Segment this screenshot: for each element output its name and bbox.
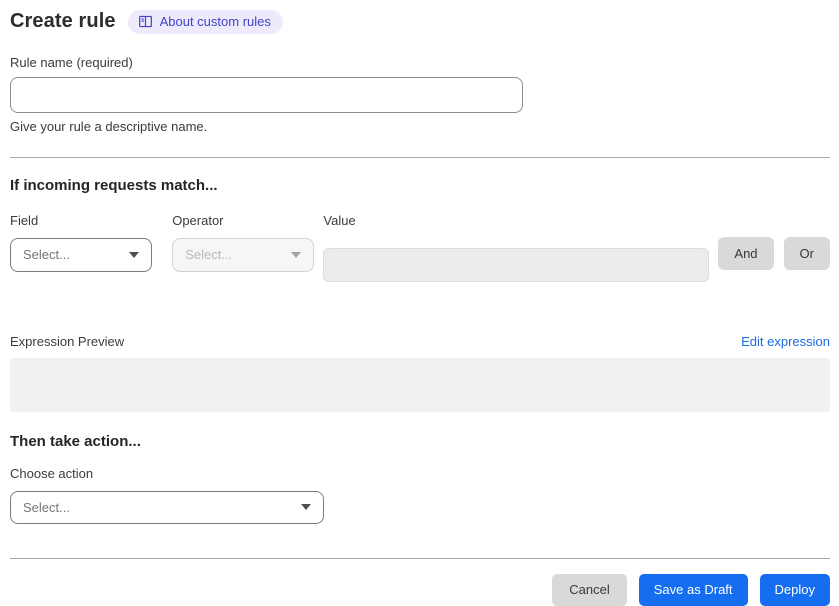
rule-name-helper: Give your rule a descriptive name.: [10, 118, 208, 134]
edit-expression-link[interactable]: Edit expression: [741, 334, 830, 349]
section-divider: [10, 156, 830, 158]
about-custom-rules-badge[interactable]: About custom rules: [127, 10, 283, 34]
rule-name-input[interactable]: [10, 76, 523, 113]
connector-buttons: And Or: [718, 236, 830, 270]
action-section-heading: Then take action...: [10, 432, 141, 450]
chevron-down-icon: [129, 251, 140, 258]
or-button[interactable]: Or: [783, 236, 830, 270]
value-input[interactable]: [323, 247, 710, 282]
expression-preview-label: Expression Preview: [10, 333, 125, 349]
save-as-draft-button[interactable]: Save as Draft: [638, 573, 748, 606]
choose-action-value: Select...: [23, 499, 70, 515]
badge-label: About custom rules: [159, 14, 271, 29]
match-section-heading: If incoming requests match...: [10, 176, 218, 194]
expression-preview-box: [10, 357, 830, 412]
value-label: Value: [323, 212, 356, 228]
page-title: Create rule: [10, 10, 116, 33]
choose-action-select[interactable]: Select...: [10, 490, 324, 524]
choose-action-label: Choose action: [10, 465, 94, 481]
field-label: Field: [10, 212, 39, 228]
operator-select-value: Select...: [185, 247, 233, 263]
field-select-value: Select...: [23, 247, 70, 263]
footer-actions: Cancel Save as Draft Deploy: [10, 573, 830, 606]
operator-select[interactable]: Select...: [172, 237, 315, 272]
rule-name-label: Rule name (required): [10, 54, 133, 70]
field-column: Field Select...: [10, 212, 153, 272]
operator-column: Operator Select...: [172, 212, 315, 272]
create-rule-page: Create rule About custom rules Rule name…: [0, 0, 839, 606]
match-row: Field Select... Operator Select... Value…: [10, 213, 830, 282]
chevron-down-icon: [291, 251, 302, 258]
footer-divider: [10, 557, 830, 559]
expression-preview-row: Expression Preview Edit expression: [10, 334, 830, 349]
and-button[interactable]: And: [718, 236, 774, 270]
cancel-button[interactable]: Cancel: [552, 573, 627, 606]
deploy-button[interactable]: Deploy: [759, 573, 830, 606]
chevron-down-icon: [301, 504, 311, 511]
book-icon: [138, 14, 153, 29]
header: Create rule About custom rules: [10, 10, 830, 34]
value-column: Value: [323, 212, 710, 282]
operator-label: Operator: [172, 212, 224, 228]
field-select[interactable]: Select...: [10, 237, 153, 272]
